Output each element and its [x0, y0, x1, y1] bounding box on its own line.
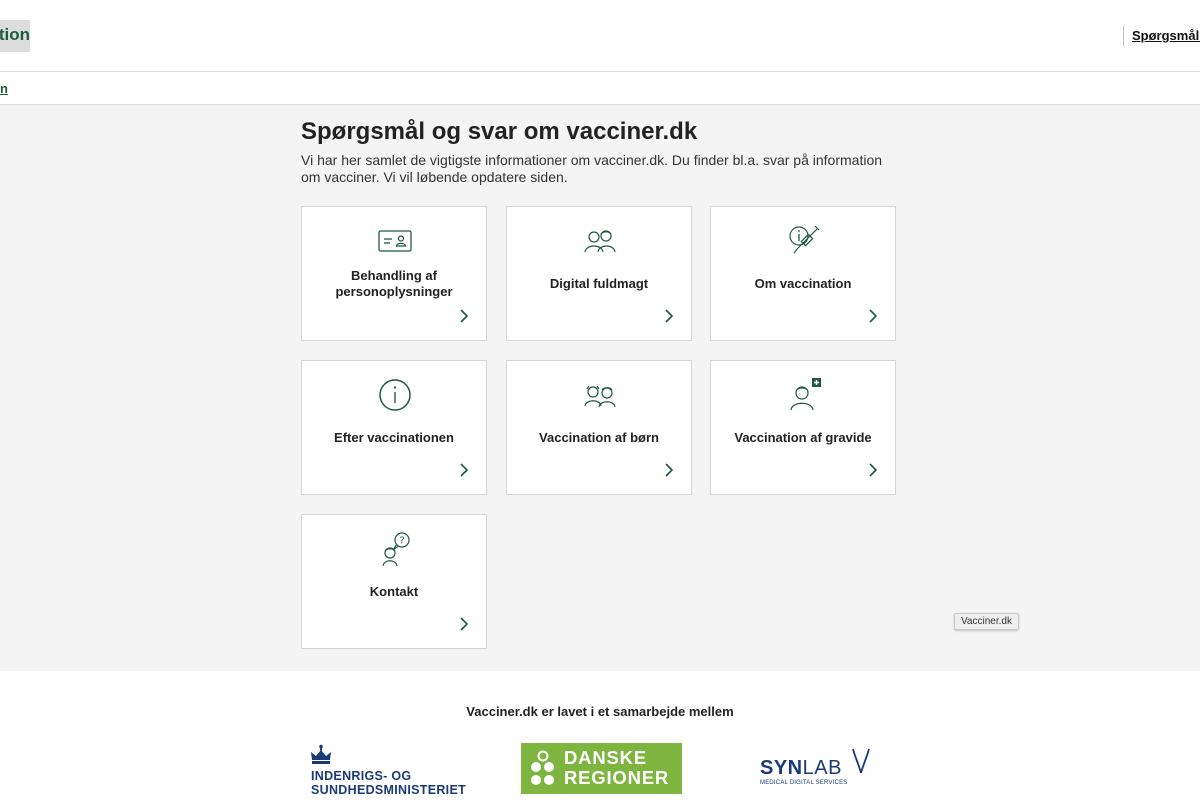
card-kontakt[interactable]: ? Kontakt: [301, 514, 487, 649]
header-divider: [1123, 26, 1124, 46]
regioner-circles-icon: [531, 750, 554, 785]
card-vaccination-af-born[interactable]: Vaccination af børn: [506, 360, 692, 495]
synlab-logo-subtitle: MEDICAL DIGITAL SERVICES: [760, 780, 848, 786]
synlab-logo[interactable]: SYNLAB MEDICAL DIGITAL SERVICES: [760, 747, 880, 791]
card-om-vaccination[interactable]: Om vaccination: [710, 206, 896, 341]
ministry-logo-text: INDENRIGS- OG SUNDHEDSMINISTERIET: [311, 769, 467, 797]
breadcrumb-bar: n: [0, 73, 1200, 105]
site-header: tion Spørgsmål o: [0, 0, 1200, 72]
site-footer: Vacciner.dk er lavet i et samarbejde mel…: [0, 671, 1200, 800]
intro-text: Vi har her samlet de vigtigste informati…: [301, 152, 883, 185]
card-title: Digital fuldmagt: [549, 276, 649, 291]
card-vaccination-af-gravide[interactable]: Vaccination af gravide: [710, 360, 896, 495]
card-title: Efter vaccinationen: [334, 430, 454, 445]
info-circle-icon: [379, 379, 411, 411]
children-icon: [584, 385, 616, 408]
ministry-logo[interactable]: INDENRIGS- OG SUNDHEDSMINISTERIET: [307, 744, 477, 800]
synlab-mark-icon: [852, 748, 870, 774]
page-title: Spørgsmål og svar om vacciner.dk: [301, 118, 698, 145]
chevron-right-icon: [460, 309, 469, 323]
two-people-icon: [584, 230, 616, 253]
danske-regioner-logo[interactable]: DANSKE REGIONER: [521, 743, 682, 794]
chevron-right-icon: [665, 463, 674, 477]
card-title: Behandling af personoplysninger: [335, 268, 453, 299]
card-behandling-af-personoplysninger[interactable]: Behandling af personoplysninger: [301, 206, 487, 341]
crown-icon: [311, 744, 331, 764]
chevron-right-icon: [460, 617, 469, 631]
pregnant-person-icon: [790, 378, 821, 411]
footer-partnership-text: Vacciner.dk er lavet i et samarbejde mel…: [466, 704, 734, 719]
breadcrumb-link[interactable]: n: [0, 81, 8, 96]
site-logo[interactable]: tion: [0, 20, 30, 52]
card-efter-vaccinationen[interactable]: Efter vaccinationen: [301, 360, 487, 495]
faq-nav-link[interactable]: Spørgsmål o: [1132, 28, 1200, 43]
tooltip: Vacciner.dk: [954, 613, 1019, 630]
person-question-icon: ?: [382, 532, 410, 567]
site-logo-text: tion: [0, 25, 30, 44]
regioner-logo-text: DANSKE REGIONER: [564, 747, 670, 788]
svg-text:?: ?: [399, 536, 404, 547]
info-syringe-icon: [789, 225, 820, 254]
chevron-right-icon: [460, 463, 469, 477]
synlab-logo-text: SYNLAB: [760, 757, 842, 779]
card-title: Vaccination af børn: [539, 430, 659, 445]
card-title: Vaccination af gravide: [734, 430, 872, 445]
card-title: Kontakt: [369, 584, 419, 599]
card-digital-fuldmagt[interactable]: Digital fuldmagt: [506, 206, 692, 341]
chevron-right-icon: [869, 463, 878, 477]
chevron-right-icon: [665, 309, 674, 323]
id-card-icon: [378, 230, 412, 252]
main-content: Spørgsmål og svar om vacciner.dk Vi har …: [0, 105, 1200, 671]
chevron-right-icon: [869, 309, 878, 323]
card-title: Om vaccination: [754, 276, 852, 291]
